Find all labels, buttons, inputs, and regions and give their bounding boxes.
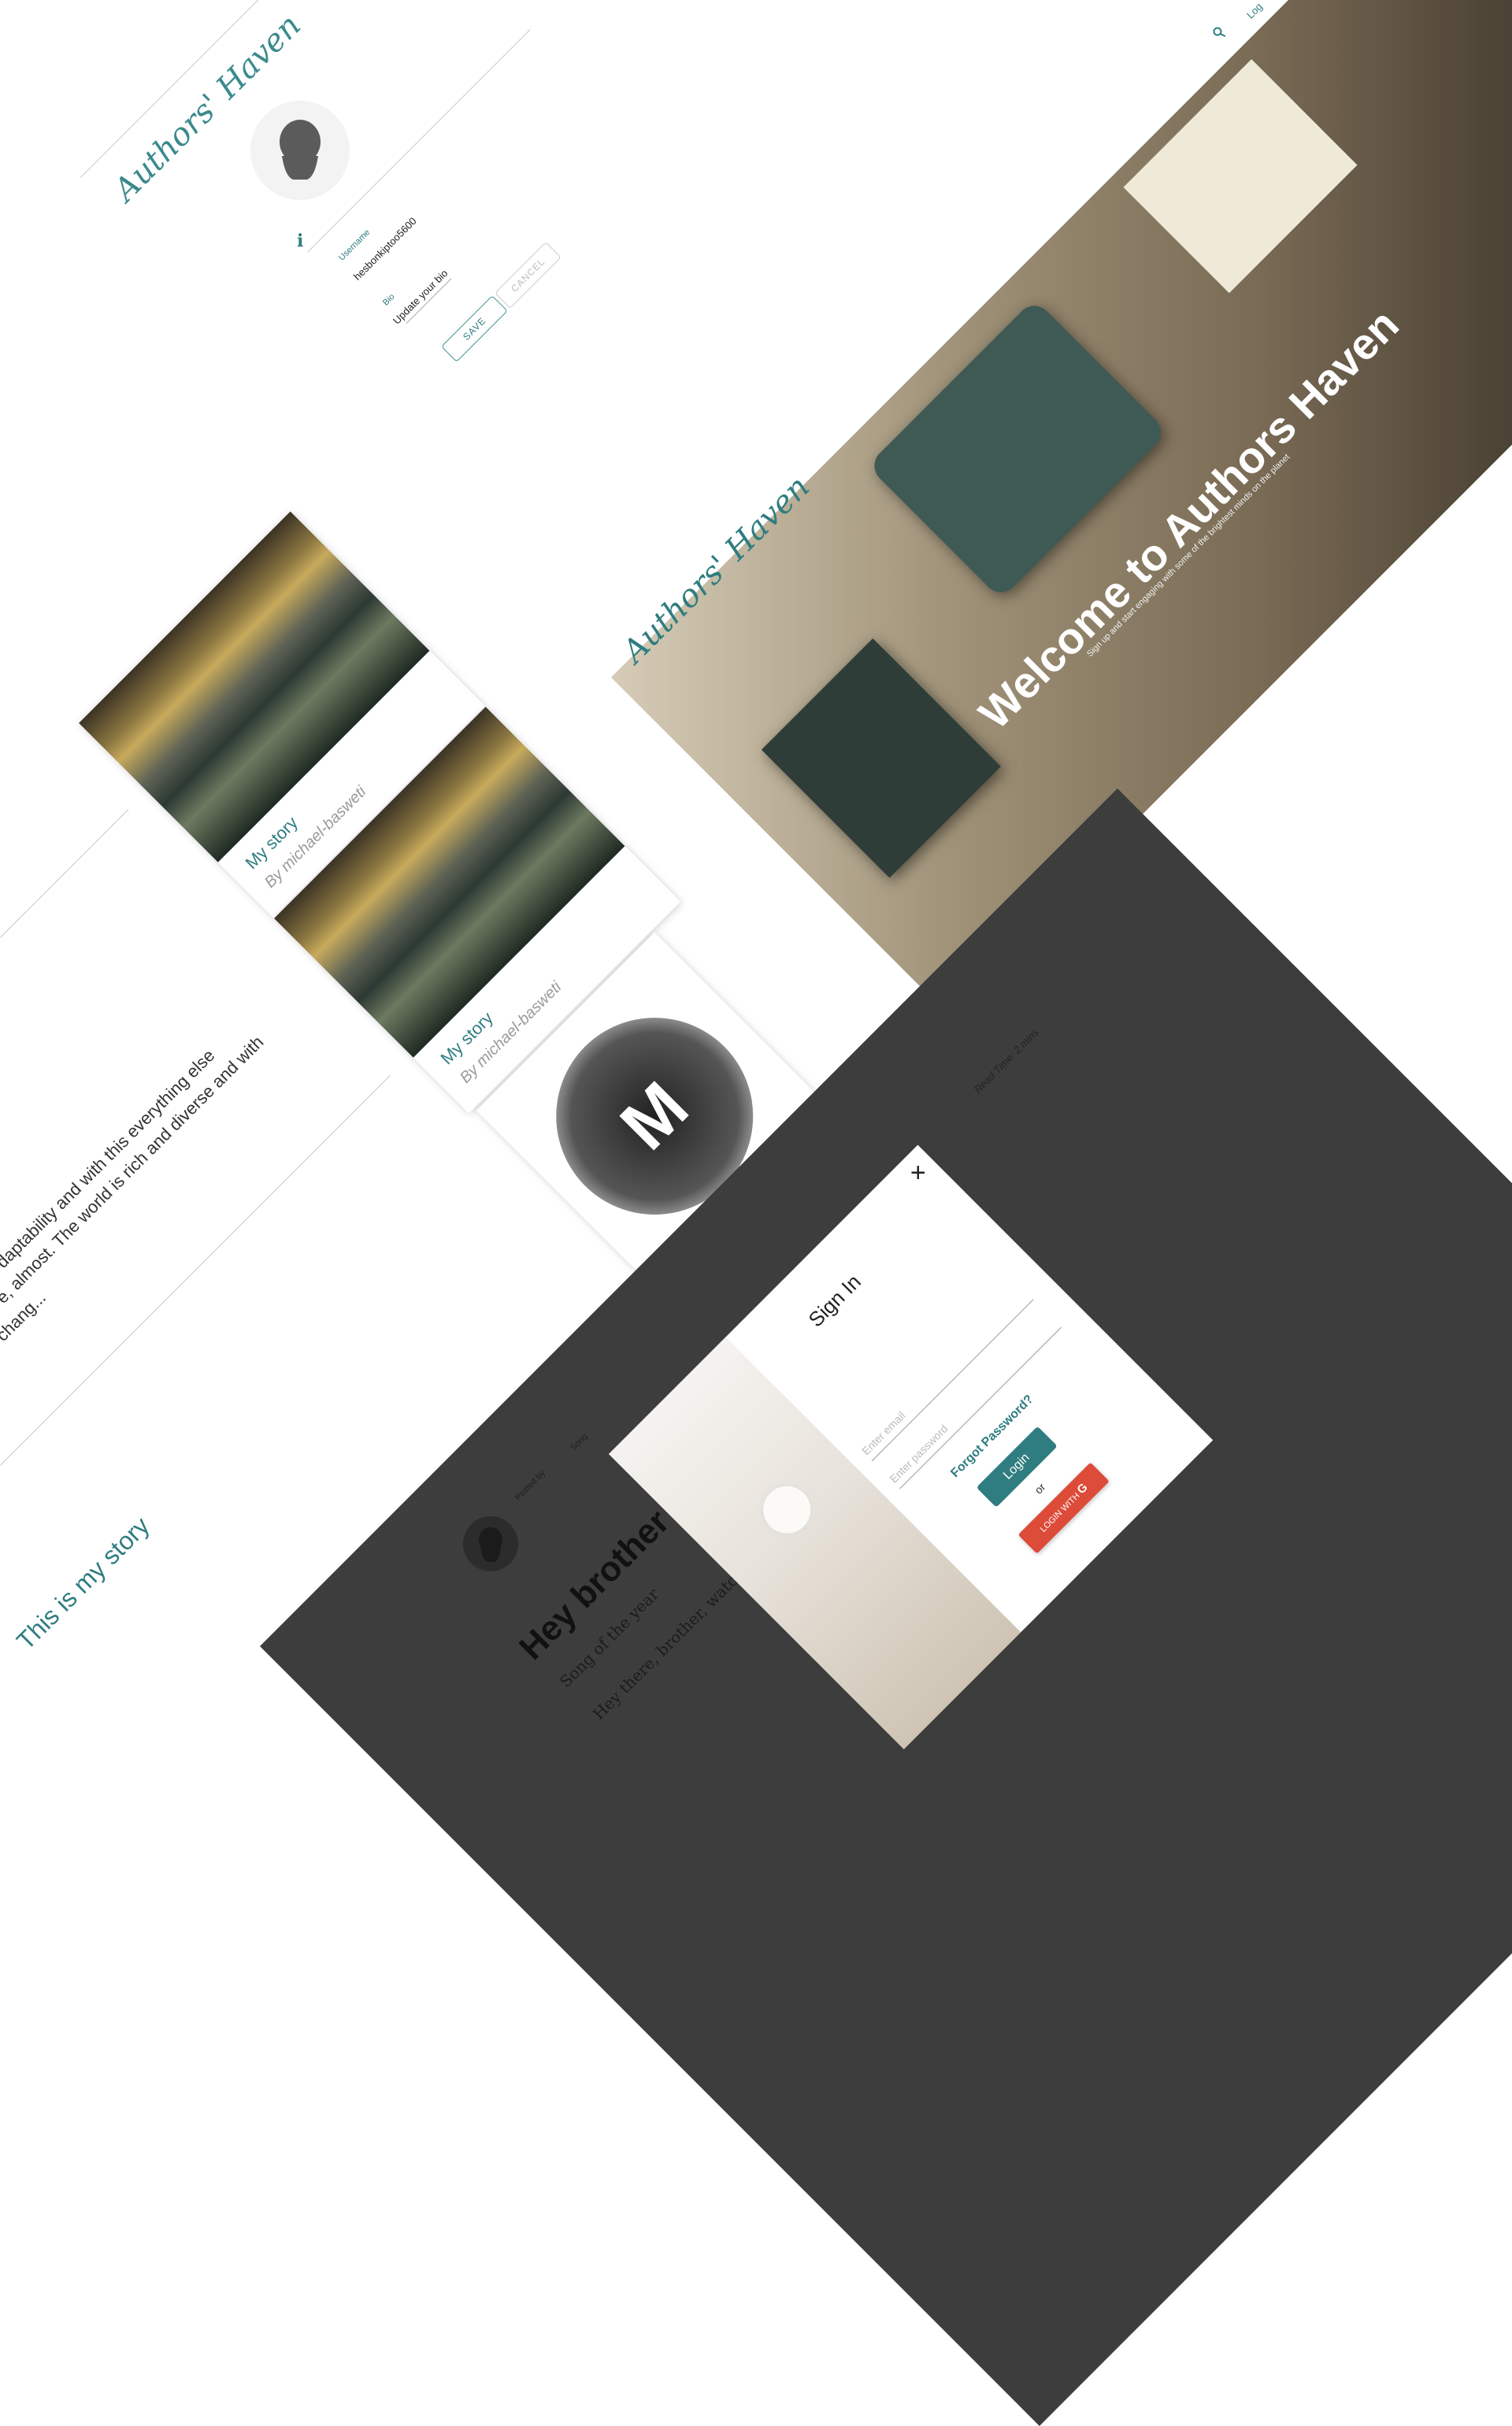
info-icon[interactable]: i [297, 231, 303, 251]
story-heading: This is my story [11, 1511, 155, 1656]
story-card-image [79, 511, 430, 862]
avatar-letter: M [606, 1067, 704, 1165]
user-silhouette-icon [280, 120, 321, 180]
paper-image [1123, 59, 1358, 294]
profile-avatar[interactable] [250, 101, 350, 200]
save-button[interactable]: SAVE [441, 295, 508, 362]
candle-image [753, 1476, 821, 1544]
article-excerpt-line-2: e, almost. The world is rich and diverse… [0, 1032, 268, 1308]
signin-title: Sign In [803, 1269, 865, 1332]
login-link[interactable]: Log [1244, 1, 1265, 21]
username-field[interactable]: hesbonkiptoo5600 [351, 215, 419, 283]
bio-label: Bio [381, 291, 397, 308]
article-divider [0, 809, 129, 938]
user-silhouette-icon [479, 1527, 502, 1562]
bio-field[interactable]: Update your bio [391, 267, 450, 327]
article-divider-2 [0, 1075, 391, 1466]
author-avatar [463, 1516, 518, 1571]
notebook-image [761, 638, 1001, 878]
article-excerpt-line-1: daptability and with this everything els… [0, 1045, 219, 1272]
search-icon[interactable] [1213, 27, 1226, 38]
google-login-label: LOGIN WITH [1038, 1491, 1082, 1534]
google-login-button[interactable]: LOGIN WITH G [1017, 1462, 1110, 1554]
cancel-button[interactable]: CANCEL [495, 241, 561, 309]
close-icon[interactable]: + [910, 1158, 926, 1189]
or-separator: or [1032, 1480, 1048, 1497]
